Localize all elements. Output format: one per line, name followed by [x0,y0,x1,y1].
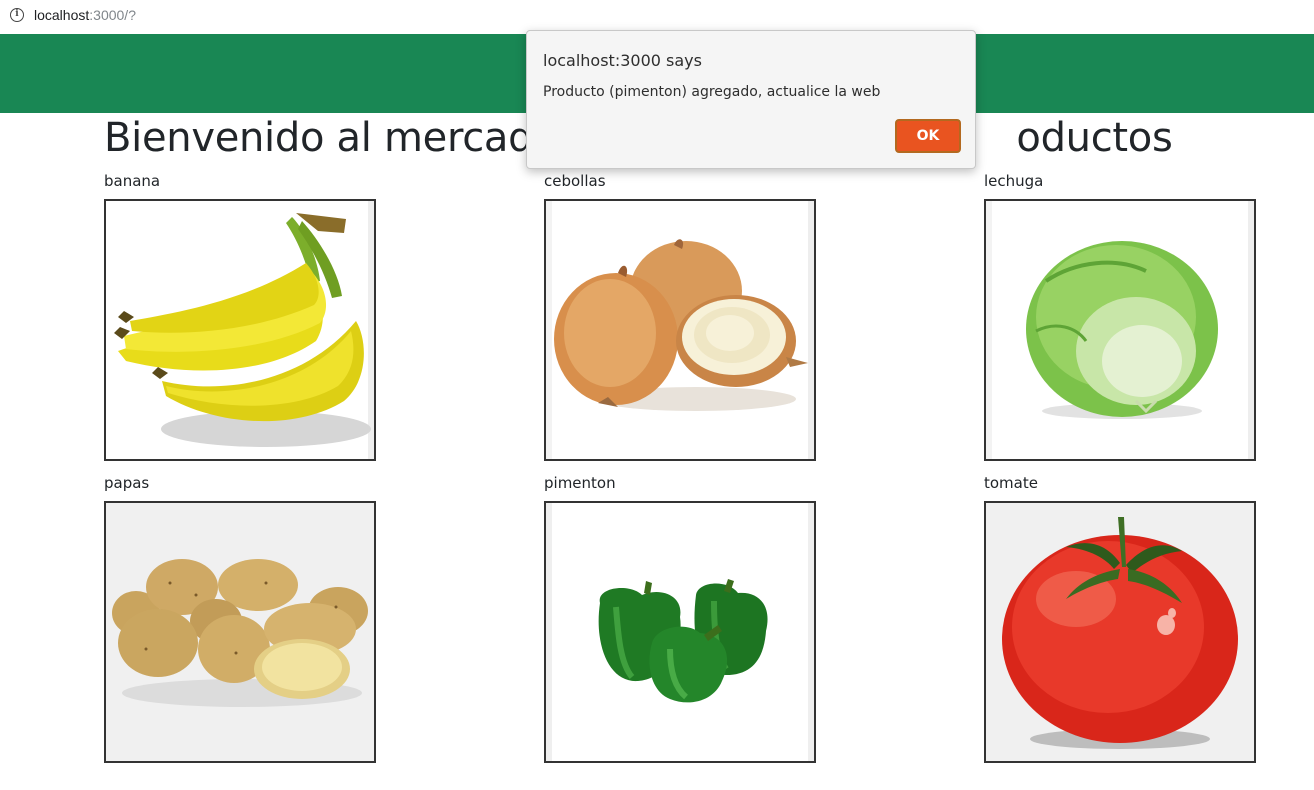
product-card-banana: banana [104,171,376,461]
product-image-banana [104,199,376,461]
url-text[interactable]: localhost:3000/? [34,6,136,24]
potato-image [112,559,368,707]
product-card-tomate: tomate [984,473,1256,763]
product-name: lechuga [984,172,1044,190]
url-path: :3000/? [89,7,136,23]
pepper-image [546,503,814,761]
product-name: pimenton [544,474,616,492]
product-card-lechuga: lechuga [984,171,1256,461]
info-icon[interactable]: i [10,8,24,22]
ok-button[interactable]: OK [895,119,961,153]
product-card-papas: papas [104,473,376,763]
product-card-pimenton: pimenton [544,473,816,763]
alert-dialog: localhost:3000 says Producto (pimenton) … [526,30,976,169]
product-name: cebollas [544,172,606,190]
url-host: localhost [34,7,90,23]
dialog-message: Producto (pimenton) agregado, actualice … [543,84,881,100]
lettuce-image [986,201,1254,459]
product-name: banana [104,172,161,190]
product-image-pimenton [544,501,816,763]
product-name: papas [104,474,150,492]
product-image-papas [104,501,376,763]
tomato-image [1002,517,1238,749]
banana-image [114,201,374,459]
product-name: tomate [984,474,1038,492]
product-image-tomate [984,501,1256,763]
browser-address-bar[interactable]: i localhost:3000/? [0,0,1314,34]
page-title-left: Bienvenido al mercado [104,115,558,161]
product-card-cebollas: cebollas [544,171,816,461]
product-image-cebollas [544,199,816,461]
onion-image [546,201,814,459]
page-title-right: oductos [1016,115,1173,161]
dialog-title: localhost:3000 says [543,51,702,70]
product-image-lechuga [984,199,1256,461]
